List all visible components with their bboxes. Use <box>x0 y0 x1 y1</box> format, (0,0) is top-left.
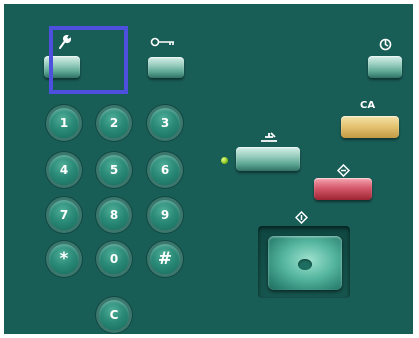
stop-button[interactable] <box>314 178 372 200</box>
clear-all-button[interactable] <box>341 116 399 138</box>
interrupt-indicator-light <box>221 157 228 164</box>
interrupt-button[interactable] <box>236 147 300 171</box>
key-icon <box>150 36 176 48</box>
key-6[interactable]: 6 <box>150 155 180 185</box>
energy-saver-button[interactable] <box>368 56 402 78</box>
key-3[interactable]: 3 <box>150 108 180 138</box>
start-icon <box>294 210 308 224</box>
stop-icon <box>336 163 350 177</box>
key-hash[interactable]: # <box>150 244 180 274</box>
key-4[interactable]: 4 <box>49 155 79 185</box>
energy-saver-icon <box>378 37 392 51</box>
key-star[interactable]: * <box>49 244 79 274</box>
control-panel: 1 2 3 4 5 6 7 8 9 * 0 # C CA <box>4 4 413 334</box>
start-button-dimple <box>298 259 312 270</box>
ca-label: CA <box>360 100 376 111</box>
key-5[interactable]: 5 <box>99 155 129 185</box>
selection-highlight <box>49 26 128 94</box>
key-9[interactable]: 9 <box>150 200 180 230</box>
key-2[interactable]: 2 <box>99 108 129 138</box>
key-8[interactable]: 8 <box>99 200 129 230</box>
interrupt-icon <box>258 130 280 144</box>
key-7[interactable]: 7 <box>49 200 79 230</box>
key-0[interactable]: 0 <box>99 244 129 274</box>
access-button[interactable] <box>148 57 184 78</box>
key-1[interactable]: 1 <box>49 108 79 138</box>
clear-button[interactable]: C <box>99 300 129 330</box>
